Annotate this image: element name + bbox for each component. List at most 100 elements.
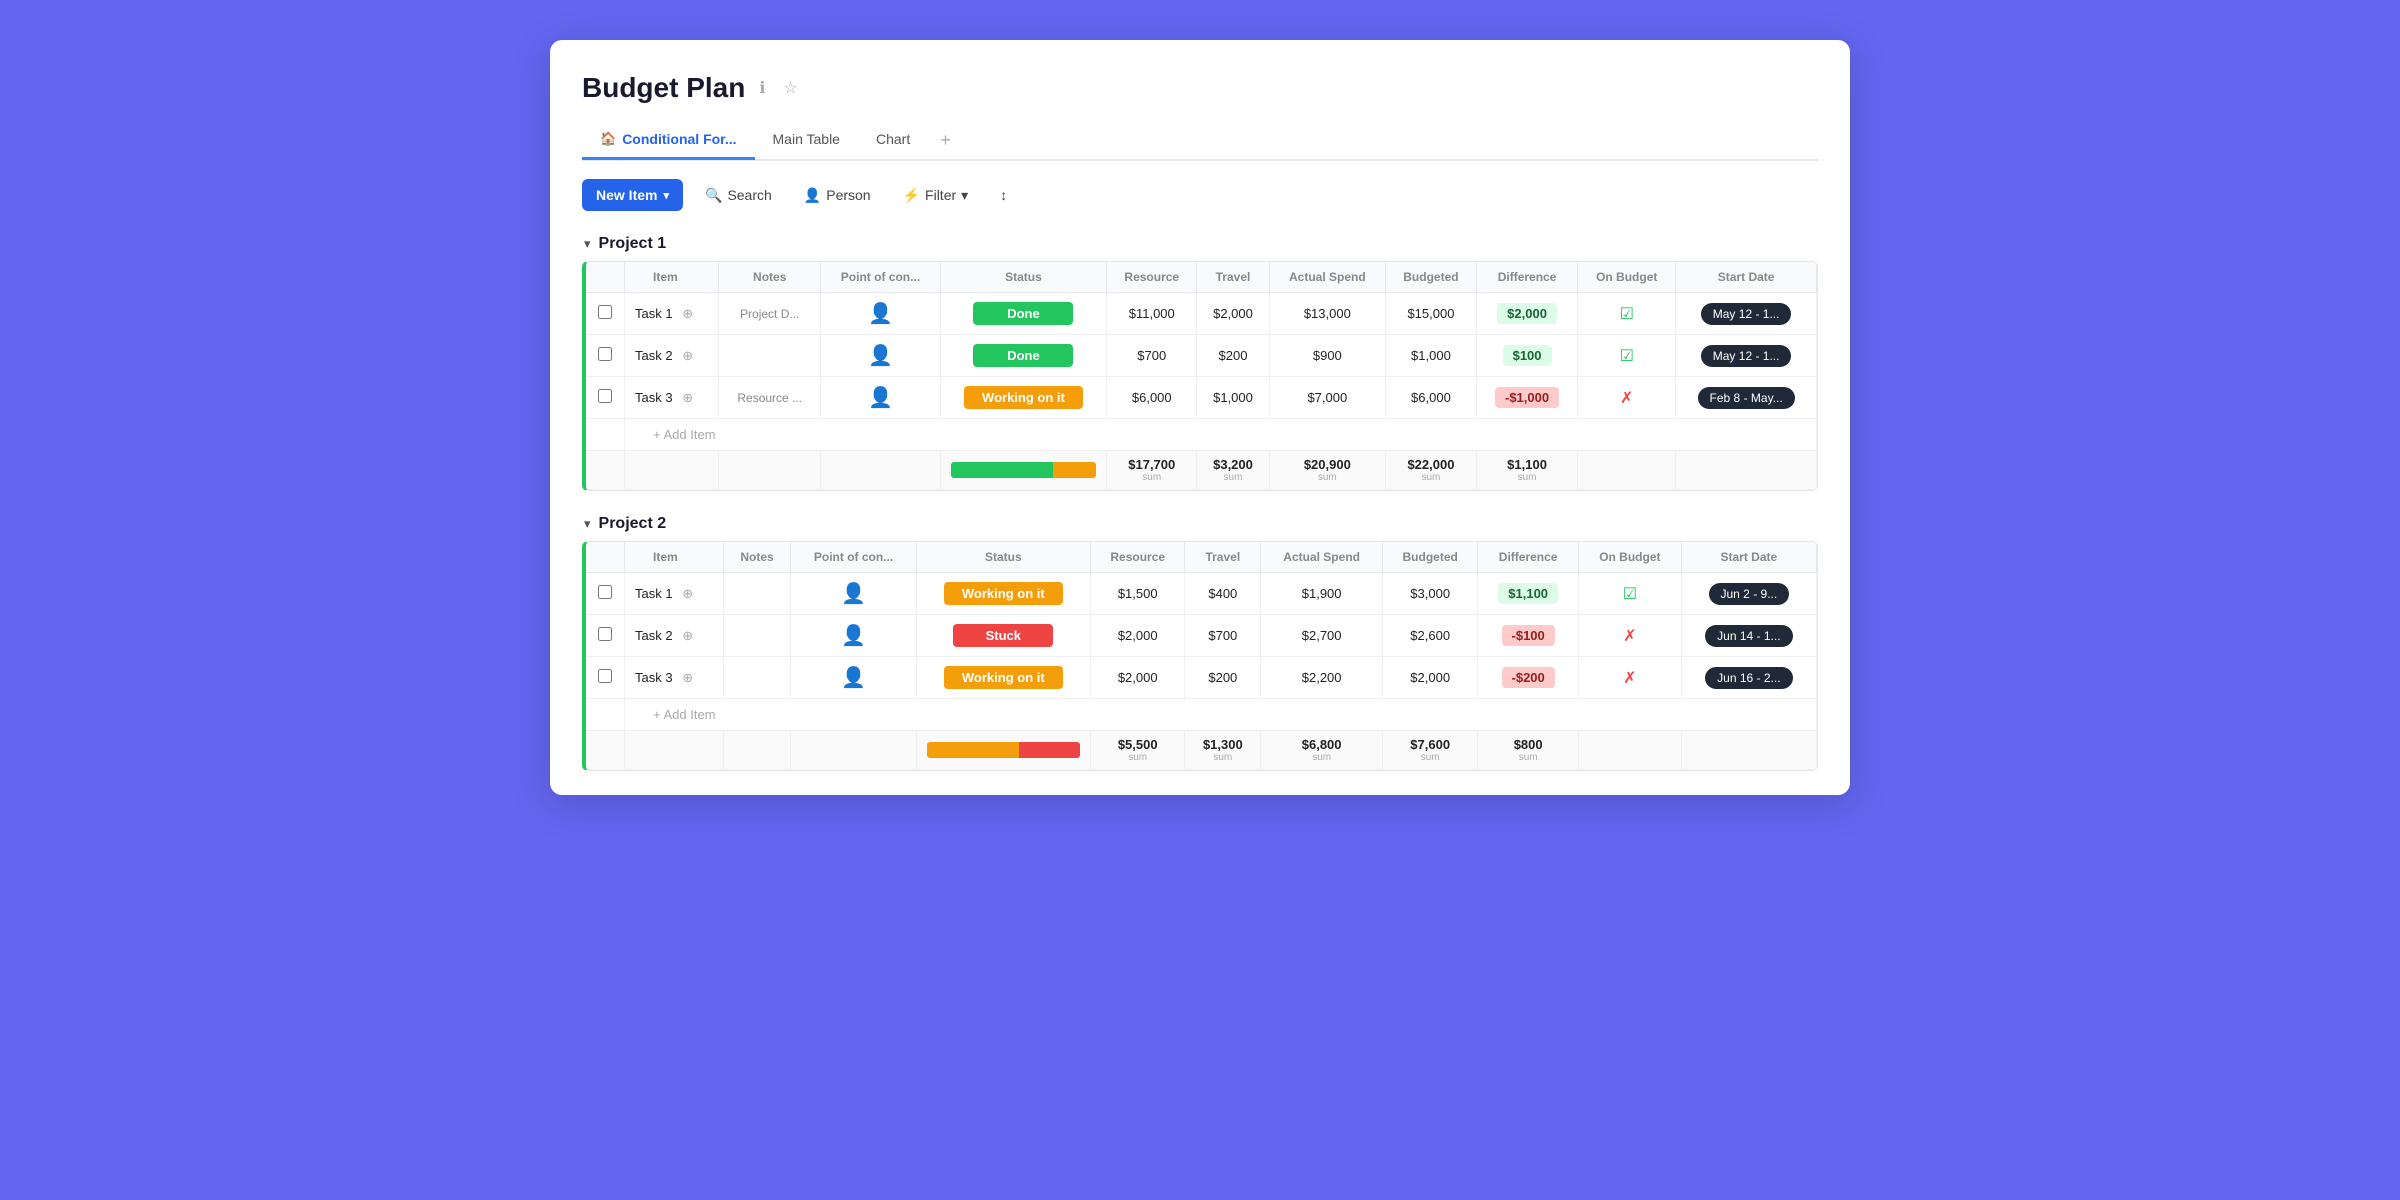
sum-row: $17,700 sum $3,200 sum $20,900 sum $22,0… <box>586 451 1817 490</box>
sort-button[interactable]: ↕ <box>990 181 1017 209</box>
tab-bar: 🏠 Conditional For... Main Table Chart + <box>582 122 1818 161</box>
row-date: May 12 - 1... <box>1676 293 1817 335</box>
add-subitem-icon[interactable]: ⊕ <box>682 348 693 364</box>
col-budgeted: Budgeted <box>1383 542 1478 573</box>
row-status[interactable]: Stuck <box>916 615 1090 657</box>
row-travel: $700 <box>1185 615 1261 657</box>
tab-chart[interactable]: Chart <box>858 123 928 160</box>
add-item-label[interactable]: + Add Item <box>625 699 1817 731</box>
project-2-header: ▾ Project 2 <box>582 515 1818 533</box>
row-resource: $11,000 <box>1107 293 1197 335</box>
sum-actual: $20,900 sum <box>1269 451 1385 490</box>
col-poc: Point of con... <box>791 542 916 573</box>
row-poc: 👤 <box>821 335 940 377</box>
add-subitem-icon[interactable]: ⊕ <box>682 628 693 644</box>
filter-button[interactable]: ⚡ Filter ▾ <box>893 181 979 210</box>
row-checkbox[interactable] <box>586 335 625 377</box>
row-actual-spend: $900 <box>1269 335 1385 377</box>
row-travel: $200 <box>1197 335 1269 377</box>
col-notes: Notes <box>723 542 791 573</box>
row-status[interactable]: Working on it <box>940 377 1106 419</box>
tab-add[interactable]: + <box>928 122 963 159</box>
row-poc: 👤 <box>821 377 940 419</box>
sum-budgeted: $7,600 sum <box>1383 731 1478 770</box>
chevron-down-icon: ▾ <box>961 187 968 204</box>
home-icon: 🏠 <box>600 131 616 147</box>
row-date: Feb 8 - May... <box>1676 377 1817 419</box>
add-item-label[interactable]: + Add Item <box>625 419 1817 451</box>
table-row: Task 3 ⊕ 👤 Working on it $2,000 $200 $2,… <box>586 657 1817 699</box>
add-subitem-icon[interactable]: ⊕ <box>682 586 693 602</box>
add-subitem-icon[interactable]: ⊕ <box>682 390 693 406</box>
row-checkbox[interactable] <box>586 657 625 699</box>
chevron-down-icon: ▾ <box>663 189 669 202</box>
sum-actual: $6,800 sum <box>1261 731 1383 770</box>
sum-difference: $1,100 sum <box>1476 451 1577 490</box>
sum-row: $5,500 sum $1,300 sum $6,800 sum $7,600 … <box>586 731 1817 770</box>
row-status[interactable]: Working on it <box>916 573 1090 615</box>
person-button[interactable]: 👤 Person <box>794 181 881 210</box>
checkmark-icon: ☑ <box>1620 306 1634 323</box>
project-1-table-wrap: Item Notes Point of con... Status Resour… <box>582 261 1818 491</box>
add-subitem-icon[interactable]: ⊕ <box>682 670 693 686</box>
star-icon[interactable]: ☆ <box>779 76 801 100</box>
row-actual-spend: $2,700 <box>1261 615 1383 657</box>
row-notes: Project D... <box>719 293 821 335</box>
row-notes <box>723 573 791 615</box>
person-avatar-icon: 👤 <box>868 303 893 325</box>
row-status[interactable]: Working on it <box>916 657 1090 699</box>
add-item-row[interactable]: + Add Item <box>586 699 1817 731</box>
x-icon: ✗ <box>1623 670 1636 687</box>
col-check <box>586 262 625 293</box>
row-checkbox[interactable] <box>586 377 625 419</box>
row-difference: $1,100 <box>1478 573 1579 615</box>
project-1-header-row: Item Notes Point of con... Status Resour… <box>586 262 1817 293</box>
row-checkbox[interactable] <box>586 293 625 335</box>
collapse-icon[interactable]: ▾ <box>584 236 591 252</box>
col-budgeted: Budgeted <box>1385 262 1476 293</box>
row-on-budget: ✗ <box>1579 657 1682 699</box>
col-travel: Travel <box>1185 542 1261 573</box>
search-button[interactable]: 🔍 Search <box>695 181 782 210</box>
row-item: Task 3 ⊕ <box>625 377 719 419</box>
add-subitem-icon[interactable]: ⊕ <box>682 306 693 322</box>
row-checkbox[interactable] <box>586 573 625 615</box>
row-travel: $200 <box>1185 657 1261 699</box>
col-item: Item <box>625 542 724 573</box>
sort-icon: ↕ <box>1000 187 1007 203</box>
new-item-button[interactable]: New Item ▾ <box>582 179 683 211</box>
row-resource: $1,500 <box>1091 573 1185 615</box>
row-status[interactable]: Done <box>940 293 1106 335</box>
row-poc: 👤 <box>791 657 916 699</box>
sum-resource: $5,500 sum <box>1091 731 1185 770</box>
person-avatar-icon: 👤 <box>841 625 866 647</box>
row-difference: $2,000 <box>1476 293 1577 335</box>
x-icon: ✗ <box>1620 390 1633 407</box>
add-item-row[interactable]: + Add Item <box>586 419 1817 451</box>
tab-main-table[interactable]: Main Table <box>755 123 858 160</box>
collapse-icon[interactable]: ▾ <box>584 516 591 532</box>
col-difference: Difference <box>1476 262 1577 293</box>
info-icon[interactable]: ℹ <box>755 76 769 100</box>
row-actual-spend: $13,000 <box>1269 293 1385 335</box>
toolbar: New Item ▾ 🔍 Search 👤 Person ⚡ Filter ▾ … <box>582 179 1818 211</box>
person-avatar-icon: 👤 <box>841 667 866 689</box>
row-checkbox[interactable] <box>586 615 625 657</box>
row-difference: -$1,000 <box>1476 377 1577 419</box>
person-avatar-icon: 👤 <box>841 583 866 605</box>
row-notes <box>723 657 791 699</box>
row-on-budget: ☑ <box>1578 293 1676 335</box>
row-date: May 12 - 1... <box>1676 335 1817 377</box>
row-actual-spend: $2,200 <box>1261 657 1383 699</box>
sum-resource: $17,700 sum <box>1107 451 1197 490</box>
col-start-date: Start Date <box>1681 542 1816 573</box>
row-status[interactable]: Done <box>940 335 1106 377</box>
table-row: Task 2 ⊕ 👤 Done $700 $200 $900 $1,000 $1… <box>586 335 1817 377</box>
col-travel: Travel <box>1197 262 1269 293</box>
row-budgeted: $6,000 <box>1385 377 1476 419</box>
row-budgeted: $3,000 <box>1383 573 1478 615</box>
row-item: Task 2 ⊕ <box>625 615 724 657</box>
col-notes: Notes <box>719 262 821 293</box>
col-status: Status <box>940 262 1106 293</box>
tab-conditional[interactable]: 🏠 Conditional For... <box>582 123 755 160</box>
